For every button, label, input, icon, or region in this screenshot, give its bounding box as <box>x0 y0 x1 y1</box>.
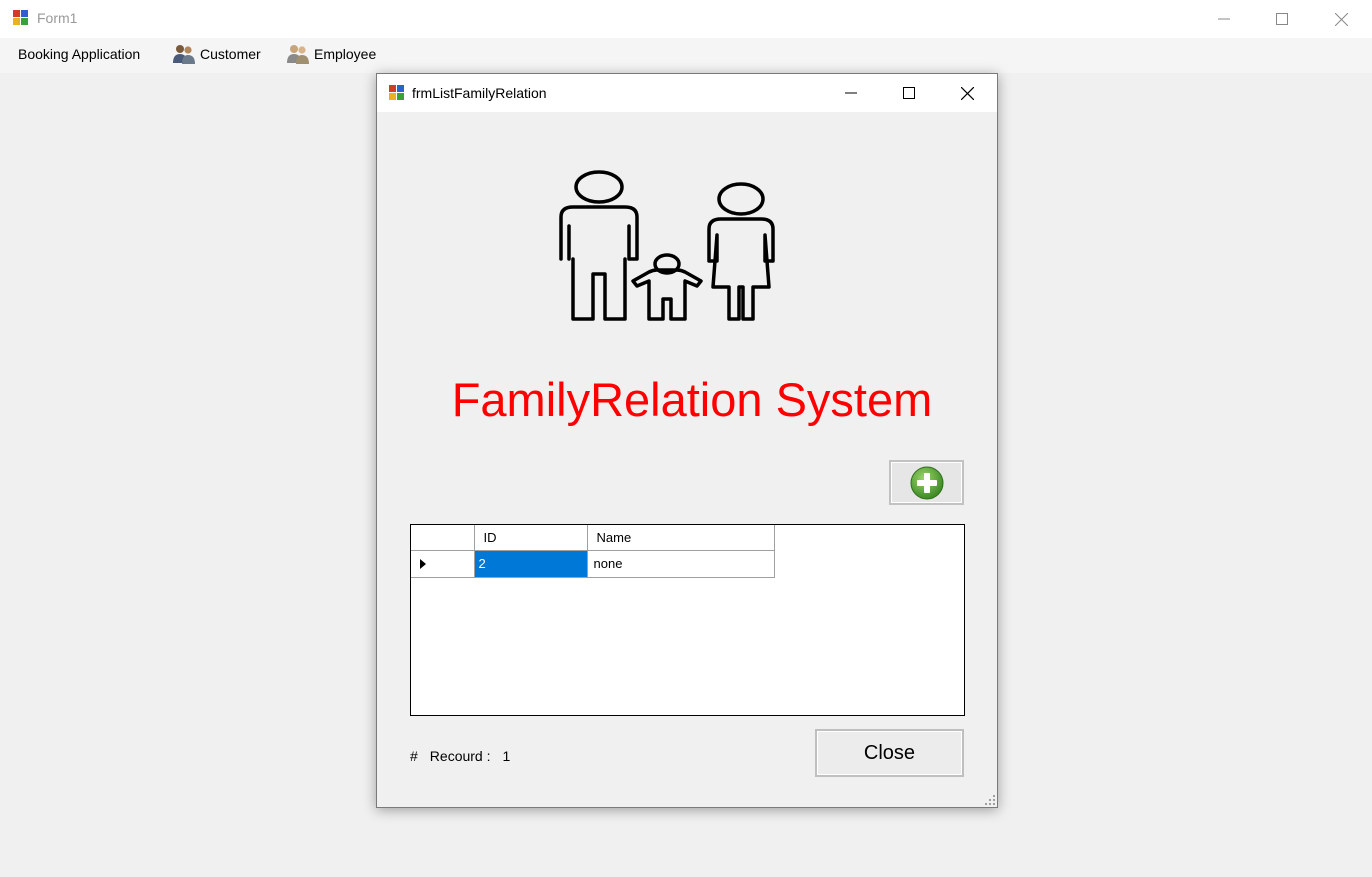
maximize-icon <box>903 87 915 99</box>
column-header-id[interactable]: ID <box>473 525 588 551</box>
minimize-icon <box>1218 18 1230 20</box>
menu-item-label: Customer <box>200 46 261 62</box>
child-maximize-button[interactable] <box>880 74 938 112</box>
family-icon <box>559 170 775 321</box>
menu-item-label: Employee <box>314 46 377 62</box>
child-minimize-button[interactable] <box>822 74 880 112</box>
record-count: # Recourd : 1 <box>410 748 510 764</box>
app-icon <box>389 85 405 101</box>
close-icon <box>1334 12 1348 26</box>
people-icon <box>173 45 195 64</box>
record-label: Recourd : <box>429 748 491 764</box>
menu-booking-application[interactable]: Booking Application <box>18 46 140 62</box>
column-header-name[interactable]: Name <box>586 525 775 551</box>
maximize-icon <box>1276 13 1288 25</box>
minimize-icon <box>845 92 857 94</box>
cell-name[interactable]: none <box>586 549 775 578</box>
menu-customer[interactable]: Customer <box>172 43 261 65</box>
child-close-button[interactable] <box>938 74 996 112</box>
family-relation-window: frmListFamilyRelation FamilyRelation Sys… <box>376 73 998 808</box>
plus-circle-icon <box>910 466 943 499</box>
row-selector[interactable] <box>411 549 475 578</box>
main-title-bar: Form1 <box>0 0 1372 38</box>
people-icon <box>287 45 309 64</box>
maximize-button[interactable] <box>1253 0 1311 38</box>
row-header-corner <box>411 525 475 551</box>
close-window-button[interactable] <box>1312 0 1370 38</box>
row-pointer-icon <box>420 558 426 569</box>
grid-header-row: ID Name <box>411 525 775 551</box>
menu-employee[interactable]: Employee <box>286 43 376 65</box>
child-window-title: frmListFamilyRelation <box>412 85 547 101</box>
record-hash: # <box>410 748 418 764</box>
family-relation-grid[interactable]: ID Name 2 none <box>410 524 965 716</box>
add-button[interactable] <box>889 460 964 505</box>
minimize-button[interactable] <box>1195 0 1253 38</box>
child-title-bar: frmListFamilyRelation <box>377 74 997 112</box>
cell-id[interactable]: 2 <box>473 549 588 578</box>
menu-bar: Booking Application Customer Employee <box>0 38 1372 73</box>
menu-item-label: Booking Application <box>18 46 141 62</box>
close-button[interactable]: Close <box>815 729 964 777</box>
table-row[interactable]: 2 none <box>411 549 775 578</box>
record-value: 1 <box>502 748 511 764</box>
close-icon <box>960 86 974 100</box>
resize-grip-icon[interactable] <box>985 795 995 805</box>
main-window-title: Form1 <box>37 10 78 26</box>
system-heading: FamilyRelation System <box>451 373 933 426</box>
app-icon <box>13 10 29 26</box>
